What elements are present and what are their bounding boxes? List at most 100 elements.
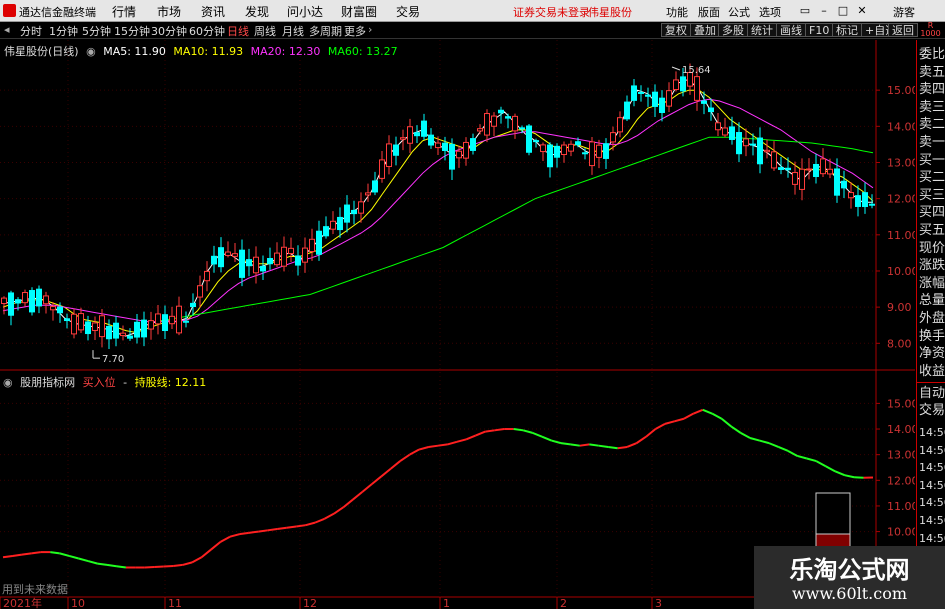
tab-monthly[interactable]: 月线 <box>282 23 304 39</box>
candle-down <box>701 100 707 104</box>
hold-line-segment <box>210 541 222 551</box>
hold-line-segment <box>248 530 259 534</box>
candle-up <box>596 144 602 158</box>
candle-up <box>309 238 315 253</box>
menu-item-discover[interactable]: 发现 <box>245 3 269 20</box>
hold-line-segment <box>229 533 240 538</box>
mark-button[interactable]: 标记 <box>832 23 862 37</box>
menu-item-wealth[interactable]: 财富圈 <box>341 3 377 20</box>
menu-item-options[interactable]: 选项 <box>759 4 781 20</box>
menu-item-layout[interactable]: 版面 <box>698 4 720 20</box>
hold-line-segment <box>182 561 193 566</box>
candle-up <box>92 322 98 331</box>
minimize-icon[interactable]: – <box>816 3 832 18</box>
circle-toggle-icon[interactable]: ◉ <box>86 45 96 58</box>
hold-line-segment <box>560 442 571 446</box>
candle-up <box>379 159 385 179</box>
hold-line-segment <box>305 521 316 527</box>
candle-down <box>757 137 763 165</box>
main-y-tick-label: 12.00 <box>887 193 915 206</box>
panel-field: 现价 <box>919 240 945 256</box>
hold-line-segment <box>721 417 732 428</box>
hold-line-segment <box>815 460 827 468</box>
candle-down <box>645 94 651 97</box>
menu-item-market[interactable]: 市场 <box>157 3 181 20</box>
hold-line-segment <box>437 443 448 447</box>
f10-button[interactable]: F10 <box>805 23 834 37</box>
maximize-icon[interactable]: □ <box>835 3 851 18</box>
draw-line-button[interactable]: 画线 <box>776 23 806 37</box>
candle-down <box>526 125 532 153</box>
rights-adjust-button[interactable]: 复权 <box>661 23 691 37</box>
multi-stock-button[interactable]: 多股 <box>718 23 748 37</box>
tab-15min[interactable]: 15分钟 <box>114 23 150 39</box>
menu-item-ask[interactable]: 问小达 <box>287 3 323 20</box>
hold-line-segment <box>31 551 41 555</box>
tab-intraday[interactable]: 分时 <box>20 23 42 39</box>
tab-more[interactable]: 更多 <box>344 23 366 39</box>
x-tick-label: 12 <box>303 597 317 609</box>
app-logo-icon <box>3 4 16 17</box>
tab-multi-period[interactable]: 多周期 <box>309 23 342 39</box>
candle-up <box>225 251 231 256</box>
panel-trade[interactable]: 交易 <box>919 402 945 419</box>
menu-item-news[interactable]: 资讯 <box>201 3 225 20</box>
menu-item-trade[interactable]: 交易 <box>396 3 420 20</box>
overlay-button[interactable]: 叠加 <box>690 23 720 37</box>
guest-label[interactable]: 游客 <box>893 4 915 20</box>
x-tick-label: 10 <box>71 597 85 609</box>
candle-up <box>50 306 56 311</box>
candle-up <box>330 220 336 230</box>
hold-line-segment <box>371 475 382 485</box>
candle-up <box>155 313 161 325</box>
panel-auto[interactable]: 自动 <box>919 385 945 402</box>
menu-item-quotes[interactable]: 行情 <box>112 3 136 20</box>
candle-up <box>148 320 154 330</box>
candle-up <box>694 76 700 101</box>
candle-down <box>36 288 42 307</box>
restore-window-icon[interactable]: ▭ <box>797 3 813 18</box>
circle-toggle-icon[interactable]: ◉ <box>3 376 13 389</box>
candle-up <box>22 292 28 304</box>
back-button[interactable]: 返回 <box>888 23 918 37</box>
tab-1min[interactable]: 1分钟 <box>49 23 78 39</box>
candle-down <box>183 320 189 323</box>
close-icon[interactable]: ✕ <box>854 3 870 18</box>
kline-chart-svg[interactable]: 8.00 9.00 10.00 11.00 12.00 13.00 14.00 15.00 10… <box>0 40 915 609</box>
statistics-button[interactable]: 统计 <box>747 23 777 37</box>
chevron-right-icon[interactable]: › <box>368 23 372 36</box>
chart-area[interactable]: 8.00 9.00 10.00 11.00 12.00 13.00 14.00 15.00 10… <box>0 40 915 609</box>
candle-up <box>78 313 84 331</box>
main-y-tick-label: 9.00 <box>887 301 912 314</box>
left-arrow-icon[interactable]: ◂ <box>4 23 10 36</box>
sub-y-tick-label: 15.00 <box>887 397 915 410</box>
ma-line-ma10 <box>2 89 874 334</box>
tick-time: 14:56 <box>919 514 945 527</box>
candle-up <box>400 137 406 140</box>
candle-down <box>218 247 224 268</box>
candle-up <box>540 144 546 153</box>
menu-item-function[interactable]: 功能 <box>666 4 688 20</box>
candle-up <box>456 150 462 159</box>
candle-down <box>134 321 140 338</box>
tab-weekly[interactable]: 周线 <box>254 23 276 39</box>
candle-up <box>99 315 105 338</box>
candle-up <box>666 90 672 107</box>
indicator-name[interactable]: 股朋指标网 <box>20 376 75 389</box>
menu-item-formula[interactable]: 公式 <box>728 4 750 20</box>
candle-down <box>533 140 539 143</box>
candle-down <box>15 299 21 304</box>
tab-30min[interactable]: 30分钟 <box>151 23 187 39</box>
candle-down <box>813 163 819 178</box>
candle-up <box>71 313 77 335</box>
legend-dash: - <box>123 376 128 389</box>
right-quote-panel: 委比 卖五 卖四 卖三 卖二 卖一 买一 买二 买三 买四 买五 现价 涨跌 涨幅 总量 外盘 换手 净资 收益 自… <box>916 40 945 609</box>
tab-5min[interactable]: 5分钟 <box>82 23 111 39</box>
trade-login-status[interactable]: 证券交易未登录 <box>513 4 590 20</box>
tab-60min[interactable]: 60分钟 <box>189 23 225 39</box>
hold-line-segment <box>399 453 411 462</box>
candle-down <box>652 91 658 107</box>
hold-line-segment <box>475 430 486 437</box>
app-title: 通达信金融终端 <box>19 6 96 19</box>
tab-daily[interactable]: 日线 <box>227 23 249 39</box>
